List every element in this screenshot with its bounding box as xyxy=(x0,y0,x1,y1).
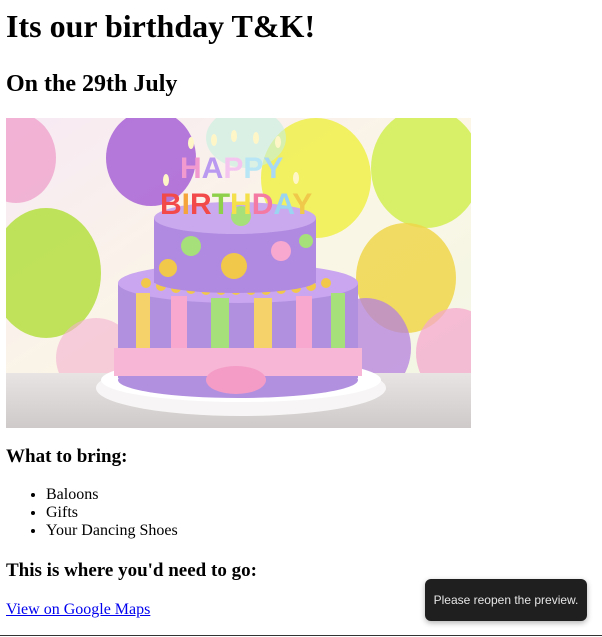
list-item: Gifts xyxy=(46,504,596,522)
google-maps-link[interactable]: View on Google Maps xyxy=(6,601,150,619)
page-title: Its our birthday T&K! xyxy=(6,8,316,44)
page-content: Its our birthday T&K! On the 29th July H… xyxy=(6,0,596,619)
bottom-divider xyxy=(0,635,602,636)
cake-topper-happy: HAPPY xyxy=(180,152,283,185)
event-date: On the 29th July xyxy=(6,71,178,97)
bring-heading: What to bring: xyxy=(6,446,128,467)
toast-message: Please reopen the preview. xyxy=(433,593,579,607)
preview-toast: Please reopen the preview. xyxy=(425,579,587,621)
birthday-cake-image: HAPPY BIRTHDAY xyxy=(6,118,471,428)
list-item: Baloons xyxy=(46,486,596,504)
bring-list: Baloons Gifts Your Dancing Shoes xyxy=(6,486,596,540)
list-item: Your Dancing Shoes xyxy=(46,522,596,540)
cake-topper-birthday: BIRTHDAY xyxy=(160,188,312,221)
